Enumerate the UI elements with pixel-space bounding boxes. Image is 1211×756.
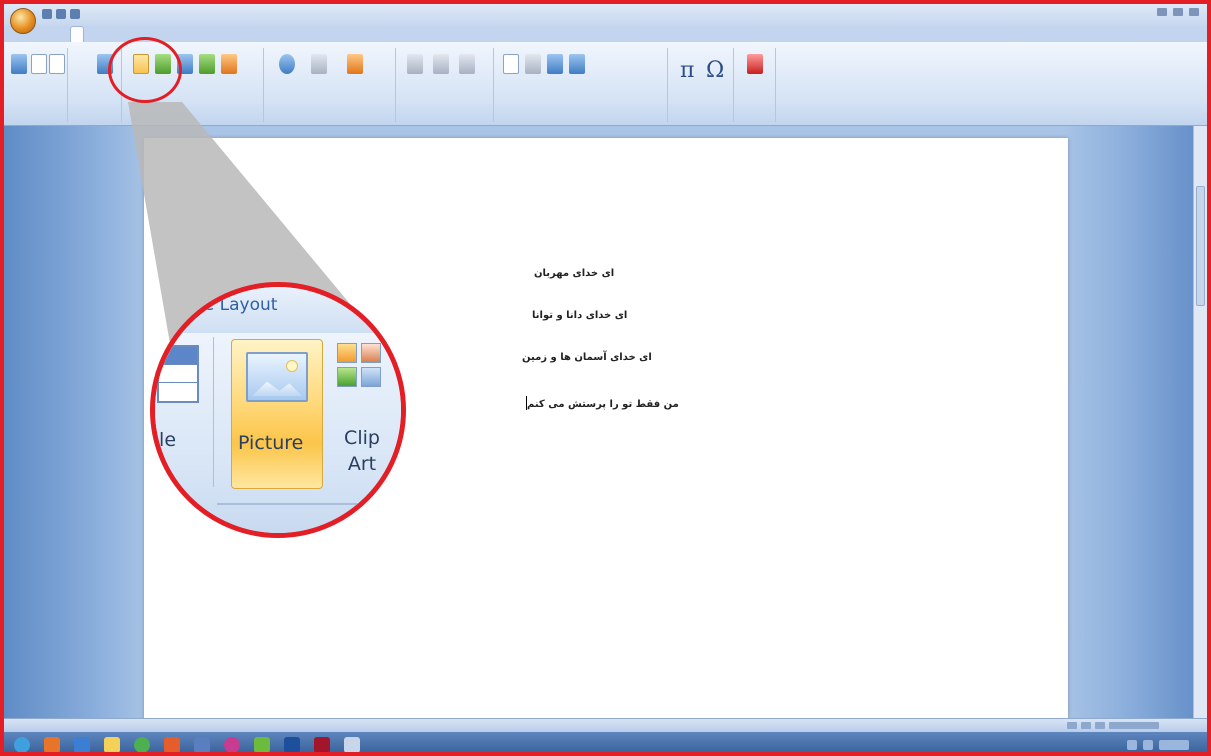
flash-group (736, 48, 776, 122)
tab-home[interactable] (50, 26, 62, 42)
cover-page-icon (11, 54, 27, 74)
maximize-icon[interactable] (1173, 8, 1183, 16)
screenshot-frame: π Ω ای خدای مهربان ای خدای دانا و توانا … (0, 0, 1211, 756)
picture-button-highlight (108, 37, 182, 103)
app-icon[interactable] (194, 737, 210, 752)
scrollbar-thumb[interactable] (1196, 186, 1205, 306)
quick-parts-icon (525, 54, 541, 74)
window-controls (1157, 8, 1199, 16)
hyperlink-icon (279, 54, 295, 74)
close-icon[interactable] (1189, 8, 1199, 16)
bookmark-button[interactable] (310, 54, 328, 74)
media-player-icon[interactable] (44, 737, 60, 752)
blank-page-icon (31, 54, 47, 74)
zoom-clip-art-icon (337, 343, 387, 393)
header-icon (407, 54, 423, 74)
drop-cap-icon (569, 54, 585, 74)
tab-acrobat[interactable] (192, 26, 204, 42)
wordart-icon (547, 54, 563, 74)
embed-flash-button[interactable] (746, 54, 764, 74)
drop-cap-button[interactable] (568, 54, 586, 74)
vertical-scrollbar[interactable] (1193, 126, 1207, 718)
minimize-icon[interactable] (1157, 8, 1167, 16)
volume-icon[interactable] (1143, 740, 1153, 750)
text-box-icon (503, 54, 519, 74)
flash-icon (747, 54, 763, 74)
page-number-button[interactable] (458, 54, 476, 74)
taskbar-icons (14, 737, 360, 752)
cross-reference-button[interactable] (346, 54, 364, 74)
bookmark-icon (311, 54, 327, 74)
app-icon[interactable] (254, 737, 270, 752)
smartart-button[interactable] (198, 54, 216, 74)
pages-group (8, 48, 68, 122)
document-line: ای خدای مهربان (534, 268, 615, 279)
zoom-picture-icon (246, 352, 308, 402)
document-line: ای خدای دانا و توانا (532, 310, 628, 321)
hyperlink-button[interactable] (278, 54, 296, 74)
zoom-picture-button[interactable]: Picture (231, 339, 323, 489)
page-break-button[interactable] (48, 54, 66, 74)
cross-reference-icon (347, 54, 363, 74)
zoom-ribbon: ble Picture Clip Art (155, 333, 401, 533)
chart-icon (221, 54, 237, 74)
header-footer-group (398, 48, 494, 122)
document-line: من فقط تو را پرستش می کنم (527, 399, 679, 410)
tab-view[interactable] (172, 26, 184, 42)
system-tray (1127, 740, 1189, 750)
page-number-icon (459, 54, 475, 74)
chrome-icon[interactable] (134, 737, 150, 752)
tab-insert[interactable] (70, 26, 84, 42)
quick-access-toolbar (42, 9, 80, 19)
document-line-with-caret: من فقط تو را پرستش می کنم (526, 392, 679, 411)
header-button[interactable] (406, 54, 424, 74)
zoom-group-separator (213, 337, 214, 487)
acrobat-icon[interactable] (314, 737, 330, 752)
blank-page-button[interactable] (30, 54, 48, 74)
footer-button[interactable] (432, 54, 450, 74)
text-box-button[interactable] (502, 54, 520, 74)
ribbon-tabs (4, 26, 1207, 42)
smartart-icon (199, 54, 215, 74)
folder-icon[interactable] (104, 737, 120, 752)
tab-references[interactable] (112, 26, 124, 42)
text-group (496, 48, 668, 122)
status-bar (4, 718, 1207, 732)
word-icon[interactable] (284, 737, 300, 752)
page-break-icon (49, 54, 65, 74)
undo-icon[interactable] (56, 9, 66, 19)
zoom-tab-strip: ge Layout (155, 287, 401, 333)
zoom-table-icon (157, 345, 199, 403)
firefox-icon[interactable] (164, 737, 180, 752)
zoom-picture-label: Picture (238, 432, 304, 454)
symbols-group: π Ω (670, 48, 734, 122)
redo-icon[interactable] (70, 9, 80, 19)
zoom-callout: ge Layout ble Picture Clip Art (150, 282, 406, 538)
zoom-clip-art-label: Clip Art (344, 427, 380, 475)
equation-icon[interactable]: π (680, 58, 694, 83)
symbol-icon[interactable]: Ω (706, 58, 724, 83)
zoom-slider[interactable] (1067, 722, 1167, 730)
wordart-button[interactable] (546, 54, 564, 74)
start-icon[interactable] (14, 737, 30, 752)
ribbon: π Ω (4, 42, 1207, 126)
links-group (266, 48, 396, 122)
app-icon[interactable] (224, 737, 240, 752)
save-icon[interactable] (42, 9, 52, 19)
title-bar (4, 4, 1207, 26)
document-line: ای خدای آسمان ها و زمین (522, 352, 652, 363)
browser-icon[interactable] (74, 737, 90, 752)
quick-parts-button[interactable] (524, 54, 542, 74)
taskbar (4, 732, 1207, 752)
cover-page-button[interactable] (10, 54, 28, 74)
tab-page-layout[interactable] (92, 26, 104, 42)
chart-button[interactable] (220, 54, 238, 74)
app-icon[interactable] (344, 737, 360, 752)
office-button[interactable] (10, 8, 36, 34)
zoom-tab-label: ge Layout (193, 295, 278, 315)
clock[interactable] (1159, 740, 1189, 750)
footer-icon (433, 54, 449, 74)
network-icon[interactable] (1127, 740, 1137, 750)
zoom-group-bottom-edge (217, 503, 401, 505)
